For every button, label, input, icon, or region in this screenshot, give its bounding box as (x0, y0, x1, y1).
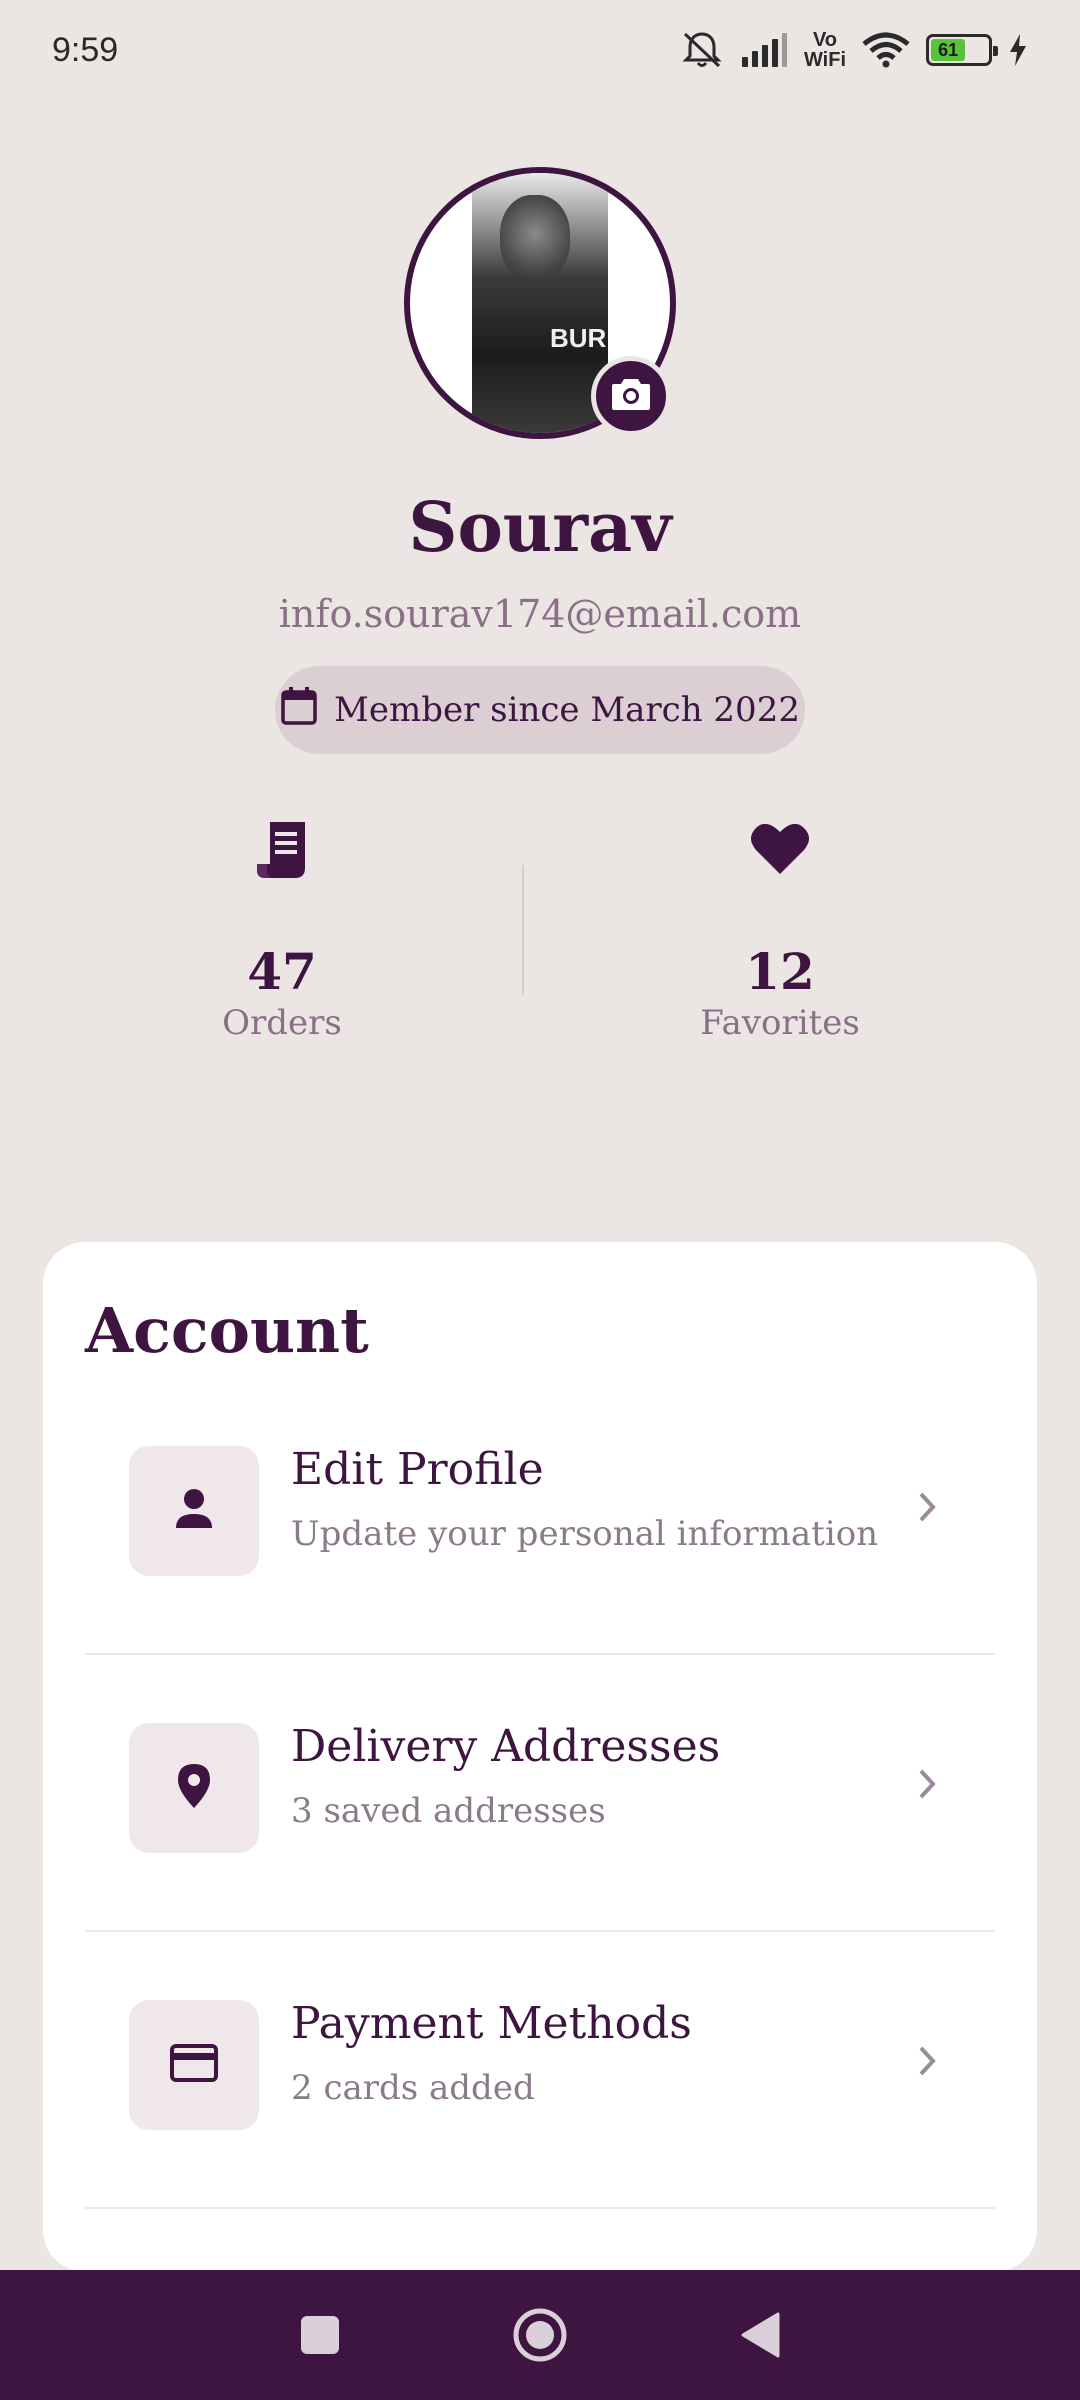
stats-divider (522, 865, 524, 995)
chevron-right-icon (917, 1490, 939, 1528)
battery-cap (993, 46, 998, 56)
person-icon (174, 1488, 214, 1534)
delivery-addresses-title: Delivery Addresses (291, 1721, 721, 1772)
system-nav-bar (0, 2270, 1080, 2400)
edit-profile-item[interactable]: Edit Profile Update your personal inform… (85, 1378, 995, 1655)
vowifi-top: Vo (812, 29, 838, 51)
edit-profile-title: Edit Profile (291, 1444, 544, 1495)
avatar-head (500, 195, 570, 281)
heart-icon (570, 820, 990, 892)
chevron-right-icon (917, 2044, 939, 2082)
member-since-text: Member since March 2022 (334, 690, 800, 730)
favorites-count: 12 (745, 942, 815, 1001)
favorites-label: Favorites (700, 1003, 860, 1043)
account-section-title: Account (85, 1294, 369, 1367)
change-photo-button[interactable] (591, 356, 671, 436)
profile-name: Sourav (408, 488, 672, 568)
delivery-addresses-icon-box (129, 1723, 259, 1853)
location-pin-icon (177, 1763, 211, 1813)
delivery-addresses-item[interactable]: Delivery Addresses 3 saved addresses (85, 1655, 995, 1932)
back-triangle-icon[interactable] (725, 2300, 795, 2370)
calendar-icon (280, 686, 318, 735)
home-circle-icon[interactable] (505, 2300, 575, 2370)
edit-profile-subtitle: Update your personal information (291, 1514, 879, 1554)
credit-card-icon (170, 2044, 218, 2086)
chevron-right-icon (917, 1767, 939, 1805)
orders-count: 47 (247, 942, 317, 1001)
vowifi-icon: Vo WiFi (804, 30, 846, 70)
profile-email: info.sourav174@email.com (278, 592, 802, 636)
status-time: 9:59 (52, 30, 119, 69)
edit-profile-icon-box (129, 1446, 259, 1576)
battery-icon: 61 (926, 34, 998, 66)
recents-square-icon[interactable] (285, 2300, 355, 2370)
payment-methods-title: Payment Methods (291, 1998, 692, 2049)
favorites-stat[interactable]: 12 Favorites (570, 820, 990, 1043)
battery-level: 61 (938, 39, 959, 60)
signal-icon (740, 33, 788, 67)
battery-fill: 61 (931, 39, 966, 61)
payment-methods-subtitle: 2 cards added (291, 2068, 535, 2108)
wifi-icon (862, 32, 910, 68)
vowifi-bottom: WiFi (803, 49, 846, 71)
avatar-photo: BUR (472, 173, 608, 433)
payment-methods-icon-box (129, 2000, 259, 2130)
orders-stat[interactable]: 47 Orders (72, 820, 492, 1043)
payment-methods-item[interactable]: Payment Methods 2 cards added (85, 1932, 995, 2209)
delivery-addresses-subtitle: 3 saved addresses (291, 1791, 606, 1831)
status-bar: 9:59 Vo WiFi 61 (0, 0, 1080, 100)
mute-icon (680, 30, 724, 70)
camera-icon (611, 377, 651, 415)
charging-icon (1008, 34, 1028, 66)
member-since-badge: Member since March 2022 (275, 666, 805, 754)
orders-label: Orders (222, 1003, 342, 1043)
profile-screen: 9:59 Vo WiFi 61 BUR Sourav info.sourav17… (0, 0, 1080, 2400)
status-icons: Vo WiFi 61 (680, 30, 1028, 70)
receipt-icon (72, 820, 492, 892)
account-card: Account Edit Profile Update your persona… (43, 1242, 1037, 2272)
avatar-shirt-text: BUR (550, 323, 607, 353)
